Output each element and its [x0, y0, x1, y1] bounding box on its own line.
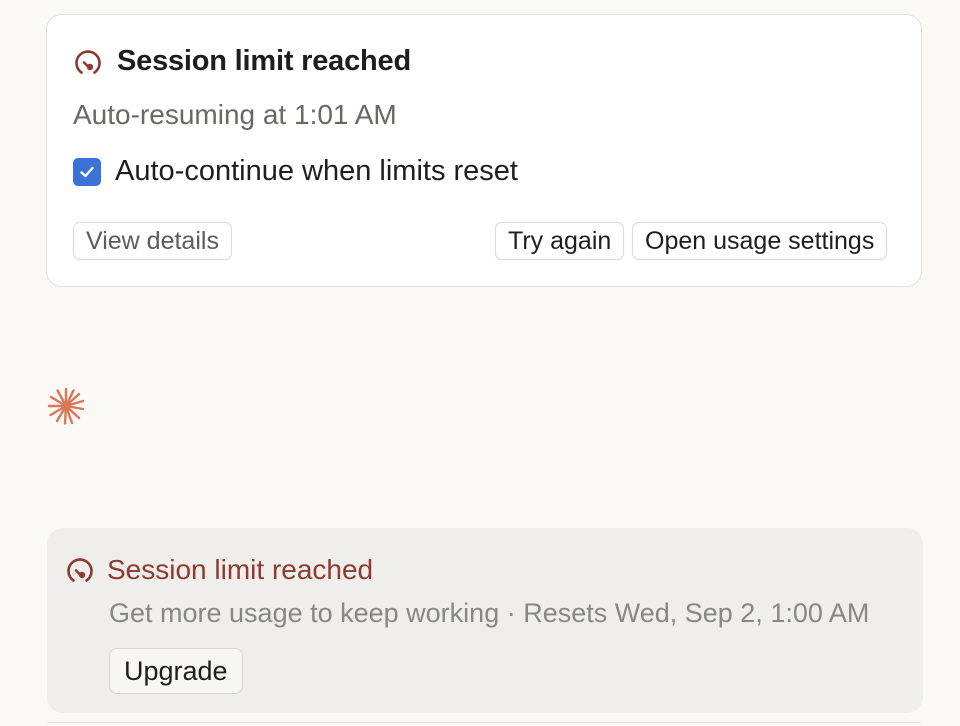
banner-reset-info: Get more usage to keep working · Resets …: [109, 598, 870, 628]
usage-limit-banner: Session limit reached Get more usage to …: [47, 528, 923, 713]
gauge-icon: [75, 49, 101, 74]
upgrade-button[interactable]: Upgrade: [109, 648, 243, 694]
spark-asterisk-icon: [47, 387, 85, 425]
gauge-icon: [67, 558, 93, 582]
auto-continue-toggle[interactable]: Auto-continue when limits reset: [73, 155, 518, 188]
session-limit-card: Session limit reached Auto-resuming at 1…: [46, 14, 922, 287]
card-header: Session limit reached: [73, 45, 411, 78]
view-details-button[interactable]: View details: [73, 222, 232, 260]
banner-title: Session limit reached: [107, 554, 374, 585]
next-card-edge: [46, 722, 922, 726]
open-usage-settings-button[interactable]: Open usage settings: [632, 222, 888, 260]
card-title: Session limit reached: [117, 45, 411, 77]
banner-header: Session limit reached: [65, 554, 373, 586]
auto-continue-checkbox[interactable]: [73, 157, 101, 186]
auto-resume-text: Auto-resuming at 1:01 AM: [73, 99, 397, 130]
auto-continue-label[interactable]: Auto-continue when limits reset: [115, 155, 518, 188]
try-again-button[interactable]: Try again: [495, 222, 625, 260]
checkmark-icon: [80, 166, 94, 177]
